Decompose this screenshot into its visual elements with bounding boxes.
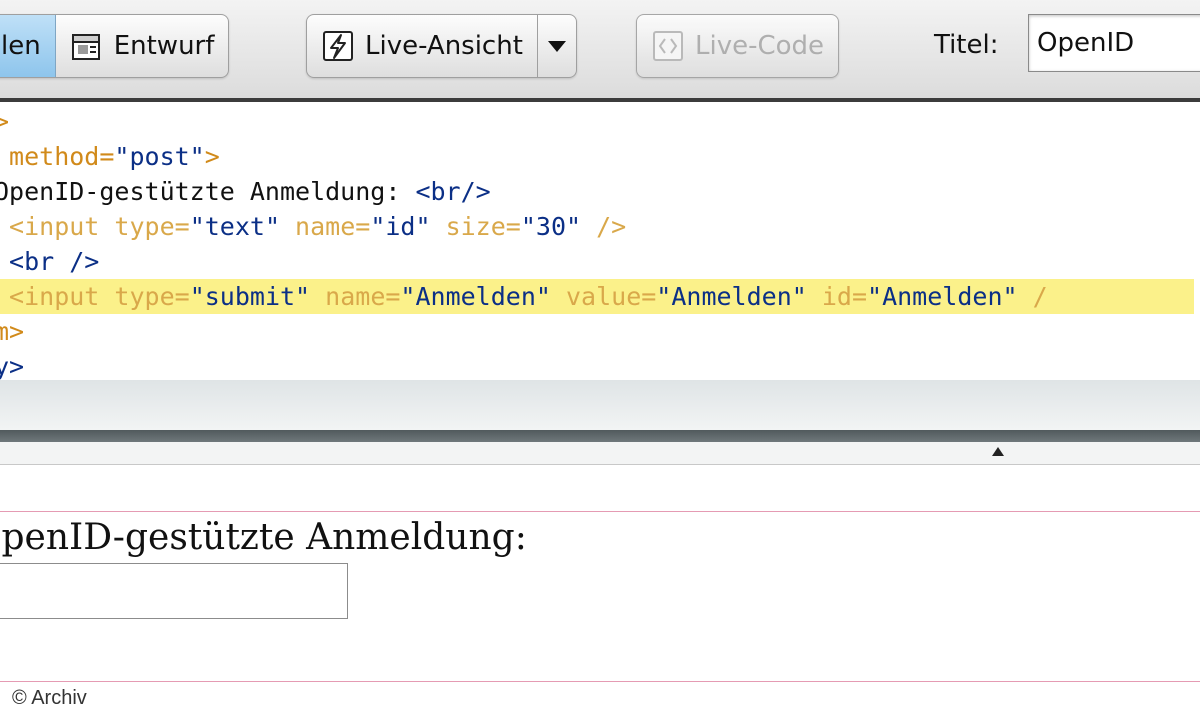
view-mode-group: len Entwurf — [0, 14, 230, 78]
live-code-icon — [653, 31, 683, 61]
code-token: "text" — [189, 212, 280, 241]
design-view-label: Entwurf — [113, 31, 215, 61]
code-line[interactable]: y> — [0, 349, 1194, 384]
code-token: OpenID-gestützte Anmeldung: — [0, 177, 416, 206]
code-line[interactable]: method="post"> — [0, 139, 1194, 174]
code-token: <br/> — [415, 177, 491, 206]
code-line[interactable]: m> — [0, 314, 1194, 349]
live-view-button[interactable]: Live-Ansicht — [307, 15, 537, 77]
code-line[interactable]: OpenID-gestützte Anmeldung: <br/> — [0, 174, 1194, 209]
form-boundary-bottom — [0, 681, 1200, 682]
code-token: name= — [310, 282, 401, 311]
code-line[interactable]: > — [0, 104, 1194, 139]
dropdown-arrow-icon — [547, 41, 566, 52]
code-token: / — [1017, 282, 1048, 311]
code-line[interactable]: <br /> — [0, 244, 1194, 279]
design-view-button[interactable]: Entwurf — [56, 15, 229, 77]
code-token: "30" — [520, 212, 582, 241]
code-token: <input — [0, 282, 115, 311]
live-code-button[interactable]: Live-Code — [637, 15, 838, 77]
code-token: > — [0, 107, 9, 136]
split-view-button[interactable]: len — [0, 15, 56, 77]
code-token: m> — [0, 317, 25, 346]
code-token: > — [204, 142, 220, 171]
document-toolbar: len Entwurf Live-Ansicht Live-Code Titel… — [0, 0, 1200, 99]
code-token: "Anmelden" — [867, 282, 1018, 311]
code-token: method= — [0, 142, 115, 171]
design-view-pane[interactable]: OpenID-gestützte Anmeldung: © Archiv — [0, 465, 1200, 720]
code-token: size= — [430, 212, 521, 241]
code-token: type= — [114, 282, 190, 311]
design-form-label: OpenID-gestützte Anmeldung: — [0, 517, 527, 558]
live-view-dropdown[interactable] — [536, 15, 576, 77]
live-code-group: Live-Code — [636, 14, 840, 78]
code-token: "post" — [114, 142, 205, 171]
dreamweaver-window: len Entwurf Live-Ansicht Live-Code Titel… — [0, 0, 1200, 720]
live-view-bolt-icon — [323, 31, 353, 61]
live-code-label: Live-Code — [695, 31, 825, 61]
document-title-input[interactable] — [1028, 14, 1200, 72]
code-view-pane[interactable]: > method="post">OpenID-gestützte Anmeldu… — [0, 98, 1200, 394]
code-token: type= — [114, 212, 190, 241]
live-view-label: Live-Ansicht — [365, 31, 523, 61]
code-token: "id" — [370, 212, 431, 241]
pane-splitter[interactable] — [0, 430, 1200, 442]
code-token: value= — [550, 282, 657, 311]
code-token: <br /> — [0, 247, 100, 276]
code-token: y> — [0, 352, 25, 381]
code-token: name= — [280, 212, 371, 241]
code-token: /> — [581, 212, 627, 241]
design-view-ruler — [0, 442, 1200, 465]
form-boundary-top — [0, 511, 1200, 512]
code-token: <input — [0, 212, 115, 241]
split-view-label: len — [1, 31, 41, 61]
code-line[interactable]: <input type="text" name="id" size="30" /… — [0, 209, 1194, 244]
code-token: "Anmelden" — [656, 282, 807, 311]
document-title-label: Titel: — [934, 30, 999, 60]
code-token: "Anmelden" — [400, 282, 551, 311]
design-view-icon — [71, 34, 100, 60]
code-line-highlighted[interactable]: <input type="submit" name="Anmelden" val… — [0, 279, 1194, 314]
resize-grip-icon[interactable] — [990, 444, 1006, 458]
live-view-group: Live-Ansicht — [306, 14, 577, 78]
design-text-input[interactable] — [0, 563, 348, 619]
copyright-watermark: © Archiv — [12, 687, 87, 709]
code-token: "submit" — [189, 282, 311, 311]
code-token: id= — [806, 282, 868, 311]
code-pane-footer — [0, 380, 1200, 430]
